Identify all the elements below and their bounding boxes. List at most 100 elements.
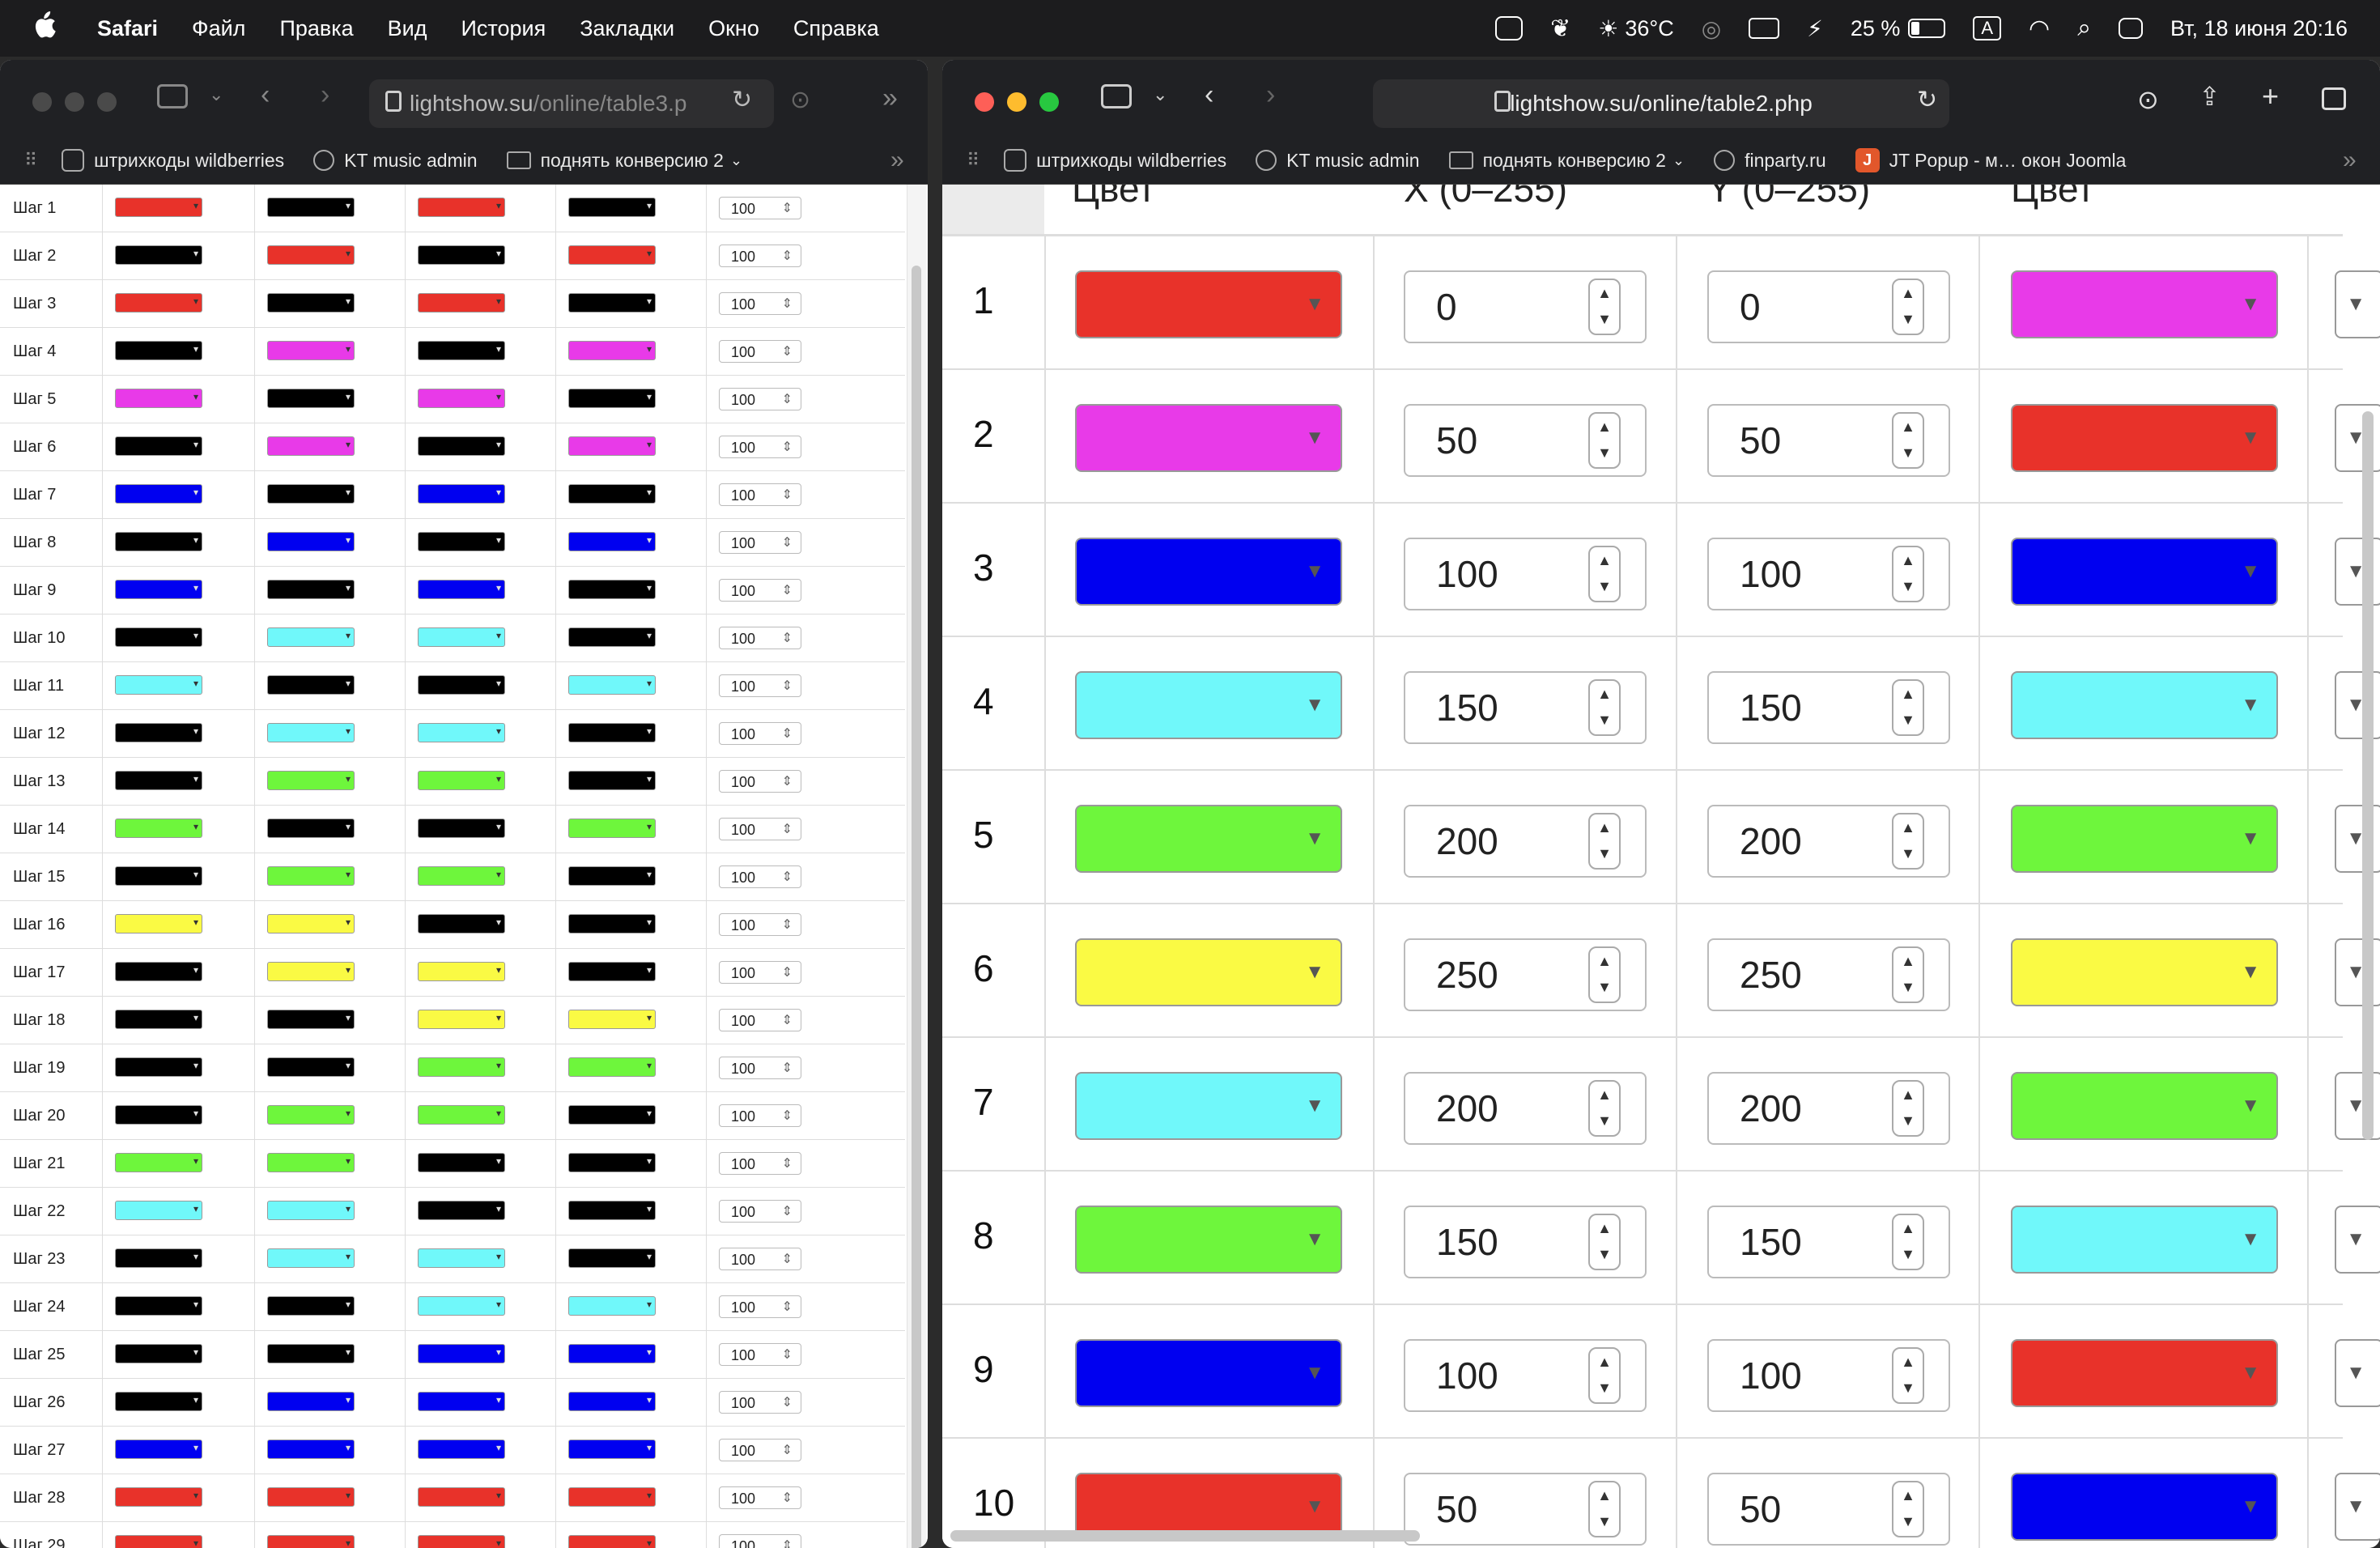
y-input[interactable]: 150 ▲ ▼ [1707, 1206, 1950, 1278]
color-select[interactable] [418, 1392, 505, 1411]
zoom-button-inactive[interactable] [97, 92, 117, 112]
color-select[interactable] [418, 866, 505, 886]
y-input[interactable]: 100 ▲ ▼ [1707, 1339, 1950, 1412]
y-input[interactable]: 50 ▲ ▼ [1707, 404, 1950, 477]
duration-input[interactable]: 100 [719, 627, 801, 649]
color-select[interactable] [418, 1344, 505, 1363]
color-select[interactable] [568, 723, 656, 742]
reload-icon[interactable]: ↻ [1917, 86, 1937, 114]
color-select[interactable] [115, 532, 202, 551]
color-select[interactable] [267, 819, 355, 838]
menu-history[interactable]: История [461, 16, 546, 41]
more-bookmarks-icon[interactable]: » [890, 147, 904, 174]
apps-grid-icon[interactable]: ⠿ [967, 150, 980, 171]
color-select[interactable] [115, 819, 202, 838]
stepper-icon[interactable]: ▲ ▼ [1892, 1214, 1924, 1270]
color-select[interactable] [267, 1010, 355, 1029]
color-select[interactable] [115, 962, 202, 981]
color-select[interactable] [418, 962, 505, 981]
stepper-icon[interactable]: ▲ ▼ [1892, 679, 1924, 736]
stepper-icon[interactable]: ▲ ▼ [1588, 813, 1621, 870]
color-select[interactable] [115, 1010, 202, 1029]
stepper-icon[interactable]: ▲ ▼ [1892, 412, 1924, 469]
color-select[interactable] [267, 293, 355, 313]
color-select[interactable] [568, 627, 656, 647]
minimize-button[interactable] [1007, 92, 1026, 112]
color-select[interactable] [267, 1487, 355, 1507]
duration-input[interactable]: 100 [719, 1152, 801, 1175]
color-select[interactable] [568, 1296, 656, 1316]
forward-icon[interactable]: › [1266, 79, 1275, 111]
color-select[interactable] [418, 771, 505, 790]
color-select[interactable] [418, 723, 505, 742]
color-select[interactable] [418, 1105, 505, 1125]
color-select[interactable] [418, 1440, 505, 1459]
color-select[interactable] [1075, 270, 1342, 338]
duration-input[interactable]: 100 [719, 1391, 801, 1414]
color-select[interactable] [2011, 270, 2278, 338]
color-select[interactable] [2011, 404, 2278, 472]
color-select[interactable] [1075, 1339, 1342, 1407]
color-select[interactable] [267, 866, 355, 886]
menu-bookmarks[interactable]: Закладки [580, 16, 674, 41]
color-select[interactable] [267, 1057, 355, 1077]
duration-input[interactable]: 100 [719, 674, 801, 697]
color-select[interactable] [2011, 805, 2278, 873]
duration-input[interactable]: 100 [719, 1439, 801, 1461]
apps-grid-icon[interactable]: ⠿ [24, 150, 37, 171]
y-input[interactable]: 0 ▲ ▼ [1707, 270, 1950, 343]
color-select[interactable] [418, 1057, 505, 1077]
leaf-icon[interactable]: ❦ [1550, 15, 1570, 43]
stepper-icon[interactable]: ▲ ▼ [1892, 546, 1924, 602]
color-select[interactable] [568, 436, 656, 456]
x-input[interactable]: 200 ▲ ▼ [1404, 1072, 1647, 1145]
y-input[interactable]: 150 ▲ ▼ [1707, 671, 1950, 744]
color-select[interactable] [568, 389, 656, 408]
color-select[interactable] [115, 1153, 202, 1172]
vertical-scrollbar[interactable] [2362, 411, 2374, 1140]
search-icon[interactable]: ⌕ [2077, 15, 2091, 42]
color-select[interactable] [418, 245, 505, 265]
stepper-icon[interactable]: ▲ ▼ [1892, 946, 1924, 1003]
color-select[interactable] [115, 1057, 202, 1077]
battery-percent[interactable]: 25 % [1851, 16, 1901, 41]
reload-icon[interactable]: ↻ [732, 86, 752, 114]
duration-input[interactable]: 100 [719, 865, 801, 888]
color-select[interactable] [568, 580, 656, 599]
color-select[interactable] [2011, 1072, 2278, 1140]
color-select[interactable] [2011, 938, 2278, 1006]
color-select[interactable] [568, 341, 656, 360]
color-select[interactable] [115, 436, 202, 456]
color-select[interactable] [568, 866, 656, 886]
color-select[interactable] [568, 962, 656, 981]
color-select[interactable] [115, 675, 202, 695]
menu-view[interactable]: Вид [388, 16, 427, 41]
color-select[interactable] [418, 1010, 505, 1029]
color-select[interactable] [267, 962, 355, 981]
color-select[interactable] [115, 245, 202, 265]
y-input[interactable]: 50 ▲ ▼ [1707, 1473, 1950, 1546]
stepper-icon[interactable]: ▲ ▼ [1588, 946, 1621, 1003]
color-select[interactable] [568, 819, 656, 838]
color-select[interactable] [115, 723, 202, 742]
duration-input[interactable]: 100 [719, 1057, 801, 1079]
bookmark-wildberries[interactable]: штрихкоды wildberries [1004, 149, 1226, 172]
color-select[interactable] [2011, 1473, 2278, 1541]
stepper-icon[interactable]: ▲ ▼ [1588, 279, 1621, 335]
color-select[interactable] [568, 198, 656, 217]
stepper-icon[interactable]: ▲ ▼ [1588, 1481, 1621, 1537]
bookmark-jt-popup[interactable]: J JT Popup - м… окон Joomla [1855, 148, 2126, 172]
color-select[interactable] [418, 1487, 505, 1507]
color-select[interactable] [568, 1248, 656, 1268]
color-select[interactable] [2011, 671, 2278, 739]
airdrop-icon[interactable]: ◎ [1702, 15, 1721, 42]
color-select[interactable] [115, 341, 202, 360]
x-input[interactable]: 150 ▲ ▼ [1404, 1206, 1647, 1278]
duration-input[interactable]: 100 [719, 722, 801, 745]
color-select[interactable] [267, 245, 355, 265]
color-select[interactable] [115, 389, 202, 408]
battery-icon[interactable] [1908, 19, 1946, 38]
color-select[interactable] [267, 1392, 355, 1411]
color-select[interactable] [418, 389, 505, 408]
stepper-icon[interactable]: ▲ ▼ [1892, 279, 1924, 335]
